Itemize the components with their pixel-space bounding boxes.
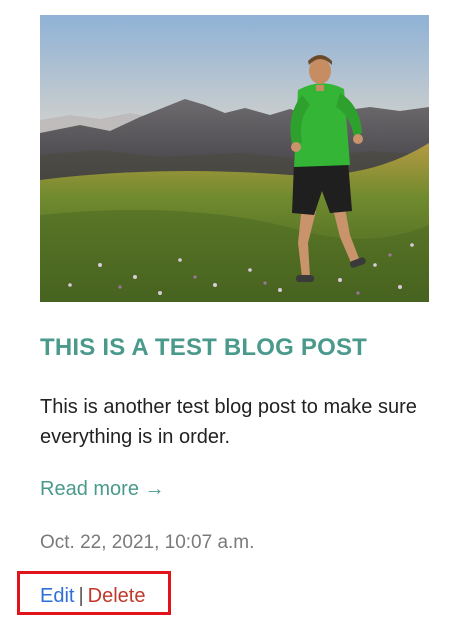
delete-link[interactable]: Delete <box>88 585 146 607</box>
post-image[interactable] <box>40 15 429 302</box>
actions-separator: | <box>78 585 84 607</box>
runner-photo <box>40 15 429 302</box>
post-actions: Edit | Delete <box>40 585 145 608</box>
read-more-link[interactable]: Read more → <box>40 478 165 501</box>
post-excerpt: This is another test blog post to make s… <box>40 396 417 448</box>
post-title[interactable]: THIS IS A TEST BLOG POST <box>40 334 367 362</box>
edit-link[interactable]: Edit <box>40 585 74 607</box>
post-date: Oct. 22, 2021, 10:07 a.m. <box>40 532 255 553</box>
blog-post-card: THIS IS A TEST BLOG POST This is another… <box>0 0 450 630</box>
